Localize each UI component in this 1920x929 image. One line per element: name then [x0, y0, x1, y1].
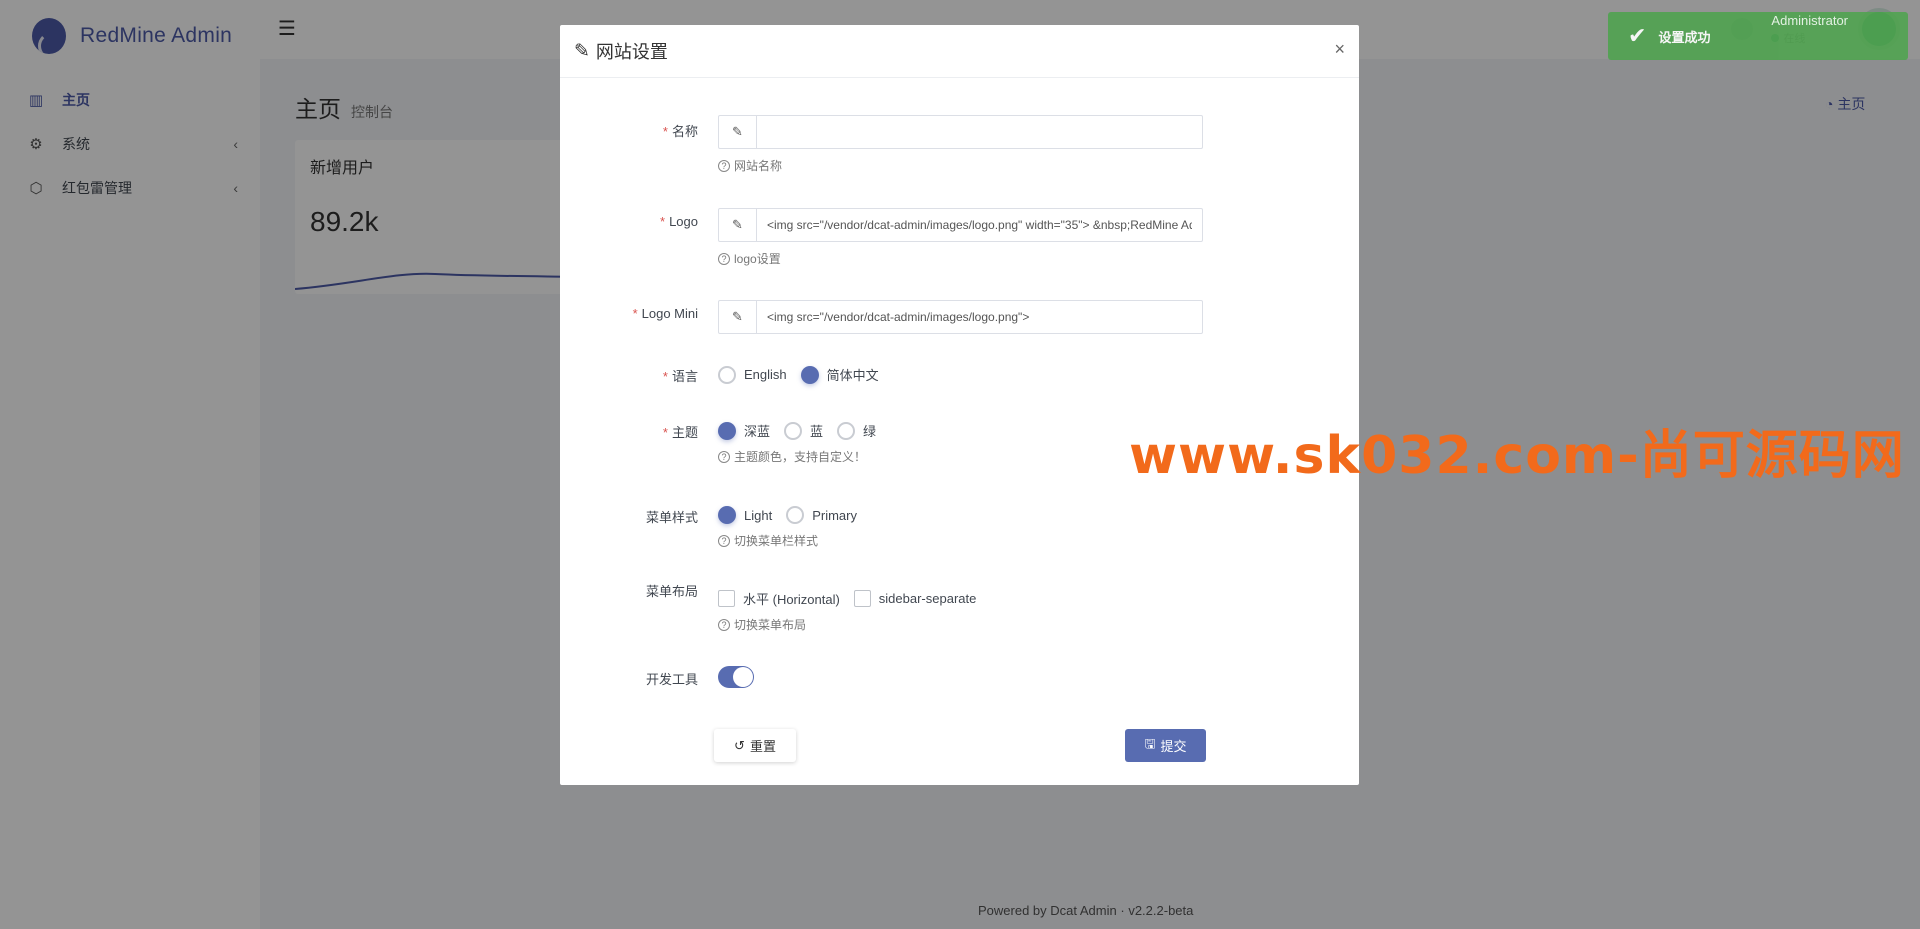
radio-lang-zh[interactable]: 简体中文: [800, 365, 879, 384]
menu-layout-label: 菜单布局: [645, 584, 698, 599]
name-help: ? 网站名称: [718, 157, 1203, 174]
logo-input[interactable]: [757, 209, 1202, 241]
menu-style-help: ? 切换菜单栏样式: [718, 532, 857, 549]
logo-mini-input[interactable]: [757, 301, 1202, 333]
logo-help: ? logo设置: [718, 250, 1203, 267]
radio-menu-primary[interactable]: Primary: [786, 506, 857, 524]
user-name: Administrator: [1771, 13, 1848, 28]
dev-tools-toggle[interactable]: [718, 666, 754, 688]
checkbox-sidebar-separate[interactable]: sidebar-separate: [853, 590, 976, 607]
pencil-icon: ✎: [719, 301, 757, 333]
name-input[interactable]: [757, 116, 1202, 148]
pencil-icon: ✎: [719, 209, 757, 241]
dev-tools-label: 开发工具: [645, 672, 698, 687]
settings-modal: ✎网站设置 × *名称 ✎ ?网站名称 *Logo ✎ ?logo设置 *Log…: [560, 25, 1359, 785]
watermark: www.sk032.com-尚可源码网: [1129, 426, 1905, 486]
radio-theme-dark-blue[interactable]: 深蓝: [718, 421, 770, 440]
reset-button[interactable]: ↺ 重置: [714, 729, 796, 762]
question-icon: ?: [718, 450, 730, 463]
question-icon: ?: [718, 534, 730, 547]
check-icon: ✔: [1628, 23, 1647, 48]
question-icon: ?: [718, 618, 730, 631]
name-label: * 名称: [662, 124, 698, 139]
close-icon[interactable]: ×: [1334, 39, 1345, 60]
question-icon: ?: [718, 252, 730, 265]
modal-title: 网站设置: [595, 42, 668, 62]
menu-style-label: 菜单样式: [645, 510, 698, 525]
theme-help: ? 主题颜色，支持自定义！: [718, 448, 876, 465]
success-toast[interactable]: ✔ 设置成功: [1608, 12, 1908, 60]
pencil-icon: ✎: [719, 116, 757, 148]
theme-label: * 主题: [662, 425, 698, 440]
radio-lang-english[interactable]: English: [718, 365, 787, 384]
lang-label: * 语言: [662, 369, 698, 384]
save-icon: 🖫: [1144, 735, 1156, 751]
radio-menu-light[interactable]: Light: [718, 506, 772, 524]
menu-layout-help: ? 切换菜单布局: [718, 616, 976, 633]
submit-button[interactable]: 🖫 提交: [1125, 729, 1206, 762]
question-icon: ?: [718, 159, 730, 172]
logo-label: * Logo: [660, 214, 698, 229]
edit-icon: ✎: [574, 40, 590, 62]
undo-icon: ↺: [734, 737, 745, 753]
radio-theme-green[interactable]: 绿: [837, 421, 876, 440]
radio-theme-blue[interactable]: 蓝: [784, 421, 823, 440]
logo-mini-label: * Logo Mini: [632, 306, 698, 321]
checkbox-horizontal[interactable]: 水平 (Horizontal): [718, 589, 840, 608]
